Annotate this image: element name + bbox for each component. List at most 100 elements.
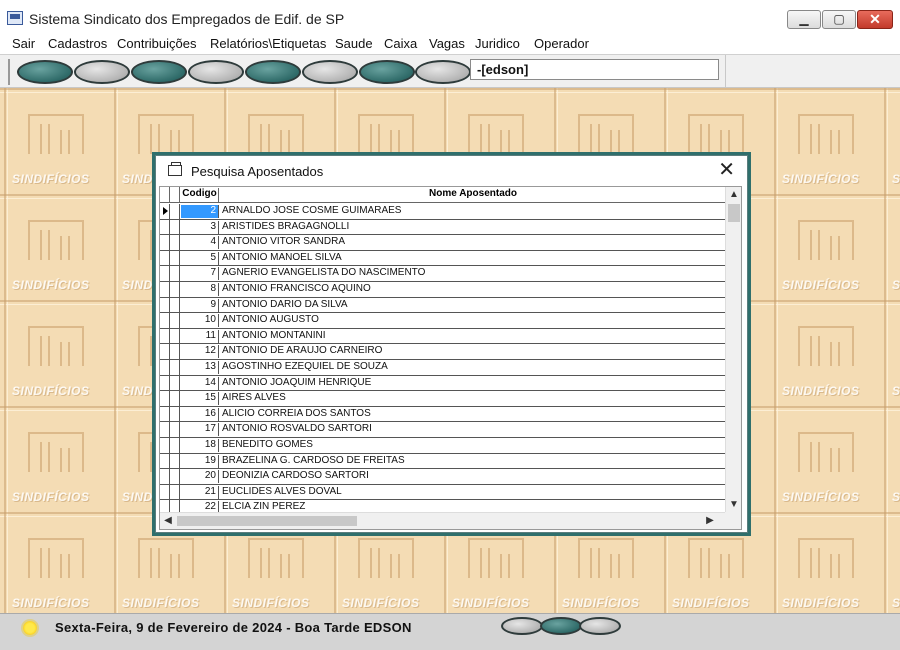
table-row[interactable]: 12 ANTONIO DE ARAUJO CARNEIRO — [160, 344, 726, 360]
row-indicator[interactable] — [160, 313, 180, 328]
row-indicator[interactable] — [160, 266, 180, 281]
cell-codigo[interactable]: 13 — [181, 360, 219, 374]
toolbar-button-3[interactable] — [131, 60, 187, 84]
cell-nome[interactable]: DEONIZIA CARDOSO SARTORI — [222, 470, 369, 481]
scroll-up-icon[interactable]: ▲ — [726, 187, 741, 203]
vertical-scrollbar[interactable]: ▲ ▼ — [725, 187, 741, 513]
row-indicator[interactable] — [160, 391, 180, 406]
cell-codigo[interactable]: 12 — [181, 345, 219, 359]
table-row[interactable]: 13 AGOSTINHO EZEQUIEL DE SOUZA — [160, 359, 726, 376]
cell-codigo[interactable]: 3 — [181, 220, 219, 234]
menu-caixa[interactable]: Caixa — [384, 36, 417, 51]
row-indicator[interactable] — [160, 453, 180, 469]
cell-nome[interactable]: BENEDITO GOMES — [222, 439, 313, 450]
cell-nome[interactable]: AGOSTINHO EZEQUIEL DE SOUZA — [222, 361, 388, 372]
scroll-right-icon[interactable]: ▶ — [702, 513, 718, 529]
row-indicator[interactable] — [160, 297, 180, 313]
cell-codigo[interactable]: 14 — [181, 376, 219, 390]
toolbar-button-1[interactable] — [17, 60, 73, 84]
status-button-3[interactable] — [579, 617, 621, 635]
table-row[interactable]: 11 ANTONIO MONTANINI — [160, 328, 726, 345]
toolbar-button-5[interactable] — [245, 60, 301, 84]
table-row[interactable]: 14 ANTONIO JOAQUIM HENRIQUE — [160, 375, 726, 392]
vertical-scroll-thumb[interactable] — [728, 204, 740, 222]
menu-relatorios-etiquetas[interactable]: Relatórios\Etiquetas — [210, 36, 326, 51]
toolbar-button-8[interactable] — [415, 60, 471, 84]
table-row[interactable]: 4 ANTONIO VITOR SANDRA — [160, 235, 726, 251]
row-indicator[interactable] — [160, 375, 180, 391]
row-indicator[interactable] — [160, 406, 180, 422]
cell-nome[interactable]: ANTONIO DARIO DA SILVA — [222, 299, 348, 310]
horizontal-scrollbar[interactable]: ◀ ▶ — [160, 512, 726, 529]
scroll-down-icon[interactable]: ▼ — [726, 497, 741, 513]
status-button-2[interactable] — [540, 617, 582, 635]
cell-nome[interactable]: ANTONIO DE ARAUJO CARNEIRO — [222, 345, 382, 356]
table-row[interactable]: 5 ANTONIO MANOEL SILVA — [160, 250, 726, 267]
aposentados-grid[interactable]: Codigo Nome Aposentado 2 ARNALDO JOSE COS… — [159, 186, 742, 530]
cell-codigo[interactable]: 19 — [181, 454, 219, 468]
table-row[interactable]: 18 BENEDITO GOMES — [160, 437, 726, 454]
table-row[interactable]: 9 ANTONIO DARIO DA SILVA — [160, 297, 726, 314]
cell-codigo[interactable]: 10 — [181, 314, 219, 328]
cell-nome[interactable]: ANTONIO VITOR SANDRA — [222, 236, 345, 247]
dialog-close-icon[interactable]: ✕ — [718, 160, 735, 180]
cell-codigo[interactable]: 9 — [181, 298, 219, 312]
toolbar-button-6[interactable] — [302, 60, 358, 84]
row-indicator[interactable] — [160, 250, 180, 266]
table-row[interactable]: 10 ANTONIO AUGUSTO — [160, 313, 726, 329]
menu-operador[interactable]: Operador — [534, 36, 589, 51]
cell-nome[interactable]: BRAZELINA G. CARDOSO DE FREITAS — [222, 455, 405, 466]
row-indicator[interactable] — [160, 328, 180, 344]
menu-juridico[interactable]: Juridico — [475, 36, 520, 51]
menu-sair[interactable]: Sair — [12, 36, 35, 51]
close-button[interactable]: ✕ — [857, 10, 893, 29]
column-header-nome[interactable]: Nome Aposentado — [220, 188, 726, 199]
status-button-1[interactable] — [501, 617, 543, 635]
row-indicator[interactable] — [160, 219, 180, 235]
cell-codigo[interactable]: 2 — [181, 205, 219, 218]
table-row[interactable]: 15 AIRES ALVES — [160, 391, 726, 407]
menu-cadastros[interactable]: Cadastros — [48, 36, 107, 51]
menu-contribuicoes[interactable]: Contribuições — [117, 36, 197, 51]
row-indicator[interactable] — [160, 281, 180, 297]
table-row[interactable]: 8 ANTONIO FRANCISCO AQUINO — [160, 281, 726, 298]
cell-codigo[interactable]: 17 — [181, 423, 219, 437]
row-indicator[interactable] — [160, 437, 180, 453]
cell-nome[interactable]: ALICIO CORREIA DOS SANTOS — [222, 408, 371, 419]
horizontal-scroll-thumb[interactable] — [177, 516, 357, 526]
table-row[interactable]: 2 ARNALDO JOSE COSME GUIMARAES — [160, 204, 726, 220]
column-header-codigo[interactable]: Codigo — [181, 188, 219, 203]
row-indicator[interactable] — [160, 469, 180, 484]
cell-codigo[interactable]: 7 — [181, 267, 219, 281]
menu-vagas[interactable]: Vagas — [429, 36, 465, 51]
row-indicator[interactable] — [160, 235, 180, 250]
table-row[interactable]: 19 BRAZELINA G. CARDOSO DE FREITAS — [160, 453, 726, 470]
menu-saude[interactable]: Saude — [335, 36, 373, 51]
toolbar-button-4[interactable] — [188, 60, 244, 84]
cell-codigo[interactable]: 20 — [181, 470, 219, 484]
scroll-left-icon[interactable]: ◀ — [160, 513, 176, 529]
toolbar-button-2[interactable] — [74, 60, 130, 84]
cell-codigo[interactable]: 15 — [181, 392, 219, 406]
cell-nome[interactable]: ANTONIO JOAQUIM HENRIQUE — [222, 377, 371, 388]
cell-nome[interactable]: ANTONIO AUGUSTO — [222, 314, 319, 325]
row-indicator[interactable] — [160, 359, 180, 375]
cell-nome[interactable]: EUCLIDES ALVES DOVAL — [222, 486, 342, 497]
table-row[interactable]: 21 EUCLIDES ALVES DOVAL — [160, 484, 726, 501]
cell-nome[interactable]: ANTONIO MONTANINI — [222, 330, 326, 341]
cell-nome[interactable]: ARISTIDES BRAGAGNOLLI — [222, 221, 349, 232]
table-row[interactable]: 17 ANTONIO ROSVALDO SARTORI — [160, 422, 726, 438]
row-indicator[interactable] — [160, 344, 180, 359]
minimize-button[interactable]: ▁ — [787, 10, 821, 29]
cell-nome[interactable]: AIRES ALVES — [222, 392, 286, 403]
cell-nome[interactable]: ANTONIO ROSVALDO SARTORI — [222, 423, 372, 434]
table-row[interactable]: 7 AGNERIO EVANGELISTA DO NASCIMENTO — [160, 266, 726, 282]
row-indicator[interactable] — [160, 484, 180, 500]
cell-codigo[interactable]: 8 — [181, 282, 219, 296]
cell-nome[interactable]: ARNALDO JOSE COSME GUIMARAES — [222, 205, 401, 216]
cell-nome[interactable]: ELCIA ZIN PEREZ — [222, 501, 305, 512]
row-indicator[interactable] — [160, 204, 180, 219]
table-row[interactable]: 20 DEONIZIA CARDOSO SARTORI — [160, 469, 726, 485]
cell-codigo[interactable]: 21 — [181, 485, 219, 499]
cell-codigo[interactable]: 16 — [181, 407, 219, 421]
